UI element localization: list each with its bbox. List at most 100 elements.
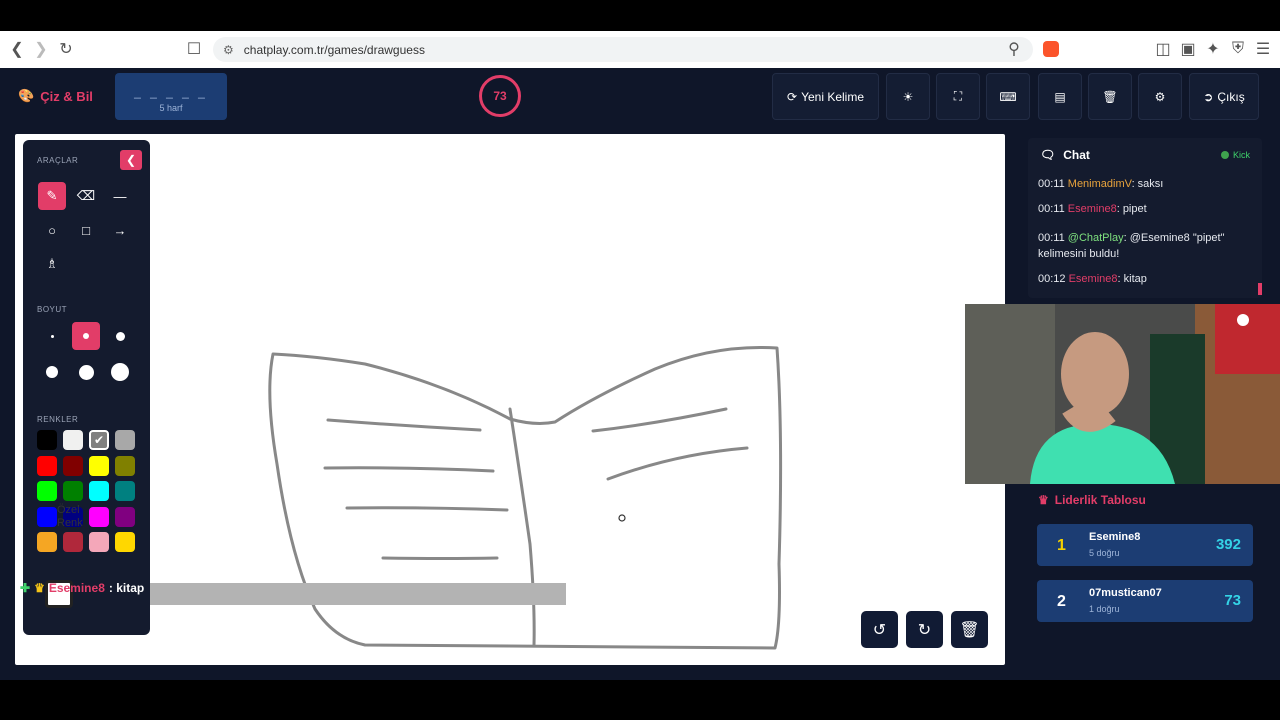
bookmark-icon[interactable]: ☐ — [182, 37, 206, 61]
player-score: 392 — [1215, 536, 1241, 553]
check-icon: ✔ — [93, 433, 105, 447]
exit-button[interactable]: ➲ Çıkış — [1189, 73, 1259, 120]
brave-shield-icon[interactable] — [1043, 41, 1059, 57]
rectangle-tool[interactable]: □ — [72, 216, 100, 244]
chat-message: 00:11 MenimadimV: saksı — [1038, 176, 1248, 192]
size-s[interactable] — [72, 322, 100, 350]
chat-message: 00:12 Esemine8: kitap — [1038, 271, 1248, 287]
forward-icon[interactable]: ❯ — [29, 37, 53, 61]
color-swatch[interactable]: ✔ — [89, 430, 109, 450]
arrow-tool[interactable]: → — [106, 216, 134, 244]
color-swatch[interactable] — [115, 430, 135, 450]
color-swatch[interactable] — [37, 532, 57, 552]
site-info-icon[interactable]: ⚙ — [223, 43, 234, 57]
leaderboard-row: 2 07mustican07 1 doğru 73 — [1037, 580, 1253, 622]
menu-icon[interactable]: ☰ — [1251, 37, 1275, 61]
dot-icon — [78, 364, 94, 380]
paint-bucket-icon: ♗ — [46, 256, 58, 271]
color-swatch[interactable] — [89, 506, 109, 527]
color-swatch[interactable] — [89, 455, 109, 476]
redo-icon: ↻ — [917, 621, 932, 639]
chat-message: 00:11 @ChatPlay: @Esemine8 "pipet" kelim… — [1038, 230, 1248, 262]
leaderboard-row: 1 Esemine8 5 doğru 392 — [1037, 524, 1253, 566]
message-user[interactable]: Esemine8 — [1068, 203, 1117, 215]
size-xl[interactable] — [72, 358, 100, 386]
archive-button[interactable]: ▤ — [1038, 73, 1082, 120]
comments-icon: 🗨 — [1040, 148, 1056, 162]
dot-icon — [111, 363, 129, 381]
sidebar-icon[interactable]: ◫ — [1151, 37, 1175, 61]
message-user[interactable]: @ChatPlay — [1068, 232, 1124, 244]
color-swatch[interactable] — [115, 532, 135, 552]
chevron-left-icon: ❮ — [125, 153, 137, 167]
color-swatch[interactable] — [63, 430, 83, 450]
color-swatch[interactable] — [37, 506, 57, 527]
color-swatch[interactable] — [63, 481, 83, 501]
size-xs[interactable] — [38, 322, 66, 350]
screen-top-bar — [0, 0, 1280, 31]
keyboard-button[interactable]: ⌨ — [986, 73, 1030, 120]
undo-button[interactable]: ↺ — [861, 611, 898, 648]
color-swatch[interactable] — [63, 455, 83, 476]
color-swatch[interactable] — [115, 506, 135, 527]
fill-tool[interactable]: ♗ — [38, 250, 66, 278]
dot-icon — [115, 331, 125, 341]
color-swatch[interactable] — [37, 481, 57, 501]
message-user[interactable]: MenimadimV — [1068, 178, 1132, 190]
circle-tool[interactable]: ○ — [38, 216, 66, 244]
chat-scrollbar[interactable] — [1258, 283, 1262, 295]
color-swatch[interactable] — [63, 532, 83, 552]
palette-icon: 🎨 — [18, 88, 35, 103]
drawguess-app: 🎨 Çiz & Bil _ _ _ _ _ 5 harf 73 ⟳ Yeni K… — [0, 68, 1280, 680]
color-swatch[interactable] — [115, 455, 135, 476]
theme-button[interactable]: ☀ — [886, 73, 930, 120]
fullscreen-button[interactable]: ⛶ — [936, 73, 980, 120]
size-l[interactable] — [38, 358, 66, 386]
guess-text: : kitap — [108, 581, 145, 595]
color-swatch[interactable] — [37, 455, 57, 476]
message-time: 00:11 — [1038, 232, 1065, 244]
logout-icon: ➲ — [1203, 89, 1214, 104]
message-text: : pipet — [1116, 203, 1147, 215]
zoom-icon[interactable]: ⚲ — [1002, 37, 1026, 61]
back-icon[interactable]: ❮ — [5, 37, 29, 61]
color-swatch[interactable] — [115, 481, 135, 501]
size-m[interactable] — [106, 322, 134, 350]
guess-user: Esemine8 — [48, 581, 105, 595]
trash-icon: 🗑 — [959, 621, 980, 639]
player-correct-count: 1 doğru — [1089, 604, 1120, 614]
player-correct-count: 5 doğru — [1089, 548, 1120, 558]
vpn-icon[interactable]: ⛨ — [1226, 37, 1250, 61]
settings-button[interactable]: ⚙ — [1138, 73, 1182, 120]
new-word-button[interactable]: ⟳ Yeni Kelime — [772, 73, 879, 120]
color-swatch[interactable] — [37, 430, 57, 450]
brush-tool[interactable]: ✎ — [38, 182, 66, 210]
size-xxl[interactable] — [106, 358, 134, 386]
player-name: Esemine8 — [1089, 531, 1141, 543]
undo-icon: ↺ — [872, 621, 887, 639]
trash-button[interactable]: 🗑 — [1088, 73, 1132, 120]
player-rank: 2 — [1057, 593, 1066, 610]
clear-canvas-button[interactable]: 🗑 — [951, 611, 988, 648]
line-tool[interactable]: — — [106, 182, 134, 210]
color-swatch[interactable] — [89, 481, 109, 501]
message-text: : @Esemine8 "pipet" kelimesini buldu! — [1038, 232, 1225, 260]
eraser-icon: ⌫ — [76, 188, 96, 203]
reload-icon[interactable]: ↻ — [54, 37, 78, 61]
address-bar[interactable]: ⚙ chatplay.com.tr/games/drawguess — [213, 37, 1033, 62]
plus-icon: ✚ — [20, 581, 31, 595]
color-swatch[interactable] — [89, 532, 109, 552]
redo-button[interactable]: ↻ — [906, 611, 943, 648]
wallet-icon[interactable]: ▣ — [1176, 37, 1200, 61]
chat-panel: 🗨 Chat Kick 00:11 MenimadimV: saksı 00:11… — [1028, 138, 1262, 298]
message-user[interactable]: Esemine8 — [1069, 273, 1118, 285]
player-rank: 1 — [1057, 537, 1066, 554]
eraser-tool[interactable]: ⌫ — [72, 182, 100, 210]
ai-icon[interactable]: ✦ — [1201, 37, 1225, 61]
brush-icon: ✎ — [46, 188, 58, 203]
refresh-icon: ⟳ — [787, 89, 798, 104]
collapse-button[interactable]: ❮ — [120, 150, 142, 170]
message-time: 00:11 — [1038, 178, 1065, 190]
line-icon: — — [113, 188, 127, 204]
leaderboard-title: ♛ Liderlik Tablosu — [1038, 493, 1146, 507]
